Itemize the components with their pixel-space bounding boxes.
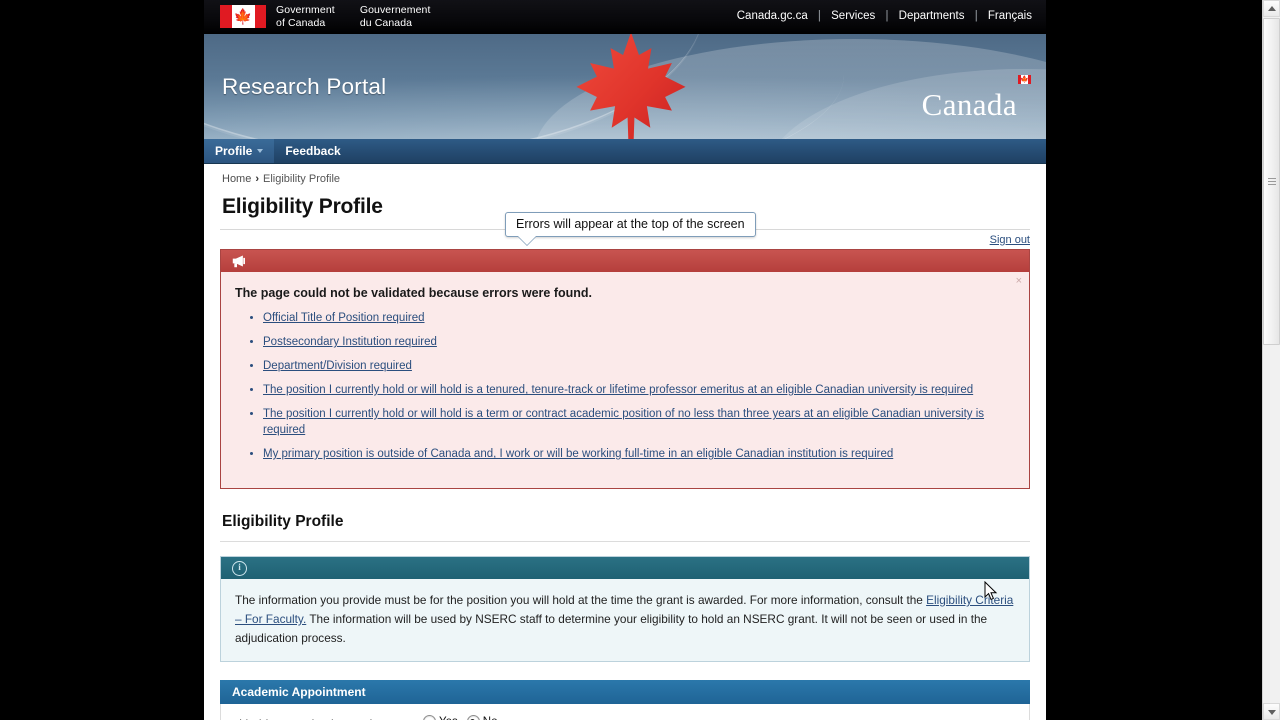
error-link[interactable]: Postsecondary Institution required — [263, 336, 437, 348]
section-divider — [220, 541, 1030, 542]
browser-viewport: 🍁 Government of Canada Gouvernement du C… — [204, 0, 1046, 720]
academic-appointment-fieldset: Academic Appointment I hold an academic … — [220, 680, 1030, 720]
error-list-item: Postsecondary Institution required — [263, 334, 1007, 350]
gc-wordmark-fr-line2: du Canada — [359, 16, 413, 29]
info-panel: i The information you provide must be fo… — [220, 556, 1030, 662]
error-link[interactable]: Department/Division required — [263, 360, 412, 372]
gc-wordmark: Government of Canada Gouvernement du Can… — [276, 4, 430, 29]
error-list-item: Department/Division required — [263, 358, 1007, 374]
scroll-up-arrow-icon[interactable] — [1263, 0, 1280, 17]
close-icon[interactable]: × — [1016, 276, 1022, 287]
academic-appointment-legend: Academic Appointment — [220, 680, 1030, 704]
gc-link-separator: | — [817, 10, 821, 22]
error-panel-body: × The page could not be validated becaus… — [221, 272, 1029, 488]
menu-item-feedback-label: Feedback — [285, 144, 341, 158]
radio-yes[interactable] — [423, 715, 436, 720]
gc-wordmark-fr-line1: Gouvernement — [359, 4, 431, 16]
mouse-cursor — [984, 581, 998, 601]
screenshot-root: 🍁 Government of Canada Gouvernement du C… — [0, 0, 1280, 720]
sign-out-link[interactable]: Sign out — [990, 234, 1030, 246]
main-menu-bar: Profile Feedback — [204, 139, 1046, 164]
error-link[interactable]: Official Title of Position required — [263, 312, 425, 324]
scroll-down-arrow-icon[interactable] — [1263, 703, 1280, 720]
error-list-item: Official Title of Position required — [263, 310, 1007, 326]
gc-link-francais[interactable]: Français — [988, 10, 1032, 22]
error-link[interactable]: The position I currently hold or will ho… — [263, 408, 984, 436]
error-list-item: The position I currently hold or will ho… — [263, 406, 1007, 438]
tooltip-pointer — [518, 236, 536, 245]
info-icon: i — [232, 561, 247, 576]
error-panel-heading: The page could not be validated because … — [235, 286, 593, 300]
tooltip-text: Errors will appear at the top of the scr… — [516, 217, 745, 231]
site-banner: Research Portal Canada 🍁 — [204, 34, 1046, 139]
breadcrumb-current: Eligibility Profile — [263, 173, 341, 185]
info-panel-body: The information you provide must be for … — [221, 579, 1029, 661]
gc-top-links: Canada.gc.ca | Services | Departments | … — [737, 10, 1032, 22]
canada-wordmark-text: Canada — [921, 87, 1017, 122]
radio-no-label[interactable]: No — [483, 716, 498, 720]
info-panel-header: i — [221, 557, 1029, 579]
page-content: Home › Eligibility Profile Eligibility Pro… — [204, 164, 1046, 720]
maple-leaf-icon — [576, 34, 686, 139]
menu-item-profile[interactable]: Profile — [204, 139, 275, 163]
academic-appointment-question-label: I hold an academic appointment at an eli… — [233, 714, 423, 720]
info-text-after-link: The information will be used by NSERC st… — [235, 612, 988, 645]
canada-flag-icon: 🍁 — [220, 5, 266, 28]
academic-appointment-controls: Yes No — [423, 714, 1017, 720]
academic-appointment-body: I hold an academic appointment at an eli… — [220, 704, 1030, 720]
gc-link-departments[interactable]: Departments — [899, 10, 965, 22]
megaphone-icon — [232, 255, 245, 268]
gc-link-separator: | — [974, 10, 978, 22]
gc-wordmark-en-line2: of Canada — [276, 16, 326, 29]
error-panel-header — [221, 250, 1029, 272]
gc-top-bar: 🍁 Government of Canada Gouvernement du C… — [204, 0, 1046, 34]
error-list-item: The position I currently hold or will ho… — [263, 382, 1007, 398]
scroll-thumb[interactable] — [1263, 18, 1280, 345]
error-link[interactable]: The position I currently hold or will ho… — [263, 384, 973, 396]
tooltip-callout: Errors will appear at the top of the scr… — [505, 212, 756, 245]
gc-link-separator: | — [885, 10, 889, 22]
radio-no[interactable] — [466, 715, 480, 720]
vertical-scrollbar[interactable] — [1262, 0, 1280, 720]
info-text-before-link: The information you provide must be for … — [235, 593, 927, 607]
gc-link-canada-gc-ca[interactable]: Canada.gc.ca — [737, 10, 808, 22]
section-title: Eligibility Profile — [222, 513, 344, 530]
academic-appointment-radio-group: Yes No — [423, 715, 506, 720]
flag-maple-leaf-glyph: 🍁 — [233, 8, 253, 25]
portal-title: Research Portal — [222, 74, 387, 99]
gc-link-services[interactable]: Services — [831, 10, 875, 22]
error-list: Official Title of Position required Post… — [235, 310, 1007, 462]
canada-wordmark: Canada 🍁 — [921, 75, 1031, 122]
chevron-down-icon — [257, 149, 264, 153]
error-list-item: My primary position is outside of Canada… — [263, 446, 1007, 462]
gc-wordmark-en-line1: Government — [276, 4, 335, 16]
menu-item-profile-label: Profile — [215, 144, 253, 158]
breadcrumb-home[interactable]: Home — [222, 173, 251, 185]
error-link[interactable]: My primary position is outside of Canada… — [263, 448, 893, 460]
breadcrumb: Home › Eligibility Profile — [220, 164, 1030, 185]
breadcrumb-separator: › — [255, 173, 260, 185]
radio-yes-label[interactable]: Yes — [439, 716, 458, 720]
validation-error-panel: × The page could not be validated becaus… — [220, 249, 1030, 489]
canada-wordmark-flag-icon: 🍁 — [1018, 75, 1031, 84]
menu-item-feedback[interactable]: Feedback — [274, 139, 351, 163]
scroll-thumb-grip — [1268, 177, 1276, 186]
